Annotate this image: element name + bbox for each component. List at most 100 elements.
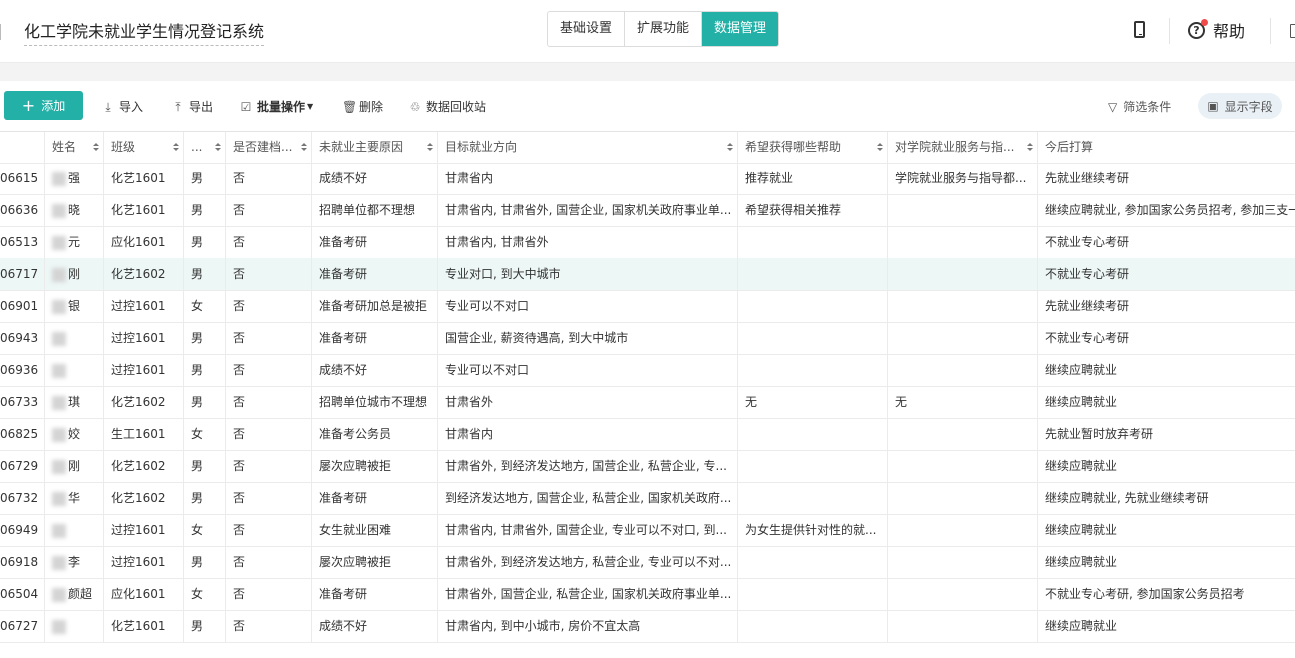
display-fields-button[interactable]: ▣ 显示字段 — [1198, 93, 1282, 119]
delete-button[interactable]: 🗑 删除 — [342, 98, 383, 115]
table-cell[interactable] — [738, 418, 888, 450]
table-cell[interactable]: 否 — [226, 610, 312, 642]
cell-id[interactable]: 06636 — [0, 194, 45, 226]
table-cell[interactable]: 继续应聘就业 — [1038, 514, 1295, 546]
cell-id[interactable]: 06727 — [0, 610, 45, 642]
header-cell[interactable]: 是否建档... — [226, 132, 312, 163]
table-row[interactable]: 06732 华 化艺1602 男 否 准备考研 到经济发达地方, 国营企业, 私营企业, 国… — [0, 482, 1295, 515]
table-cell[interactable]: 不就业专心考研 — [1038, 258, 1295, 290]
table-cell[interactable]: 准备考研 — [312, 226, 438, 258]
table-row[interactable]: 06825 姣 生工1601 女 否 准备考公务员 甘肃省内 先就业暂时放弃考研 — [0, 418, 1295, 451]
table-cell[interactable]: 甘肃省外, 到经济发达地方, 私营企业, 专业可以不对... — [438, 546, 738, 578]
table-cell[interactable]: 学院就业服务与指导都... — [888, 162, 1038, 194]
table-cell[interactable]: 男 — [184, 450, 226, 482]
table-row[interactable]: 06504 颜超 应化1601 女 否 准备考研 甘肃省外, 国营企业, 私营企业, 国家机… — [0, 578, 1295, 611]
sort-icon[interactable] — [93, 143, 99, 152]
table-cell[interactable]: 准备考研 — [312, 578, 438, 610]
table-cell[interactable]: 成绩不好 — [312, 354, 438, 386]
table-cell[interactable]: 男 — [184, 226, 226, 258]
table-cell[interactable] — [738, 610, 888, 642]
table-cell[interactable]: 招聘单位都不理想 — [312, 194, 438, 226]
table-row[interactable]: 06901 银 过控1601 女 否 准备考研加总是被拒 专业可以不对口 先就业继续考研 — [0, 290, 1295, 323]
header-cell[interactable]: 希望获得哪些帮助 — [738, 132, 888, 163]
table-cell[interactable]: 男 — [184, 194, 226, 226]
cell-id[interactable]: 06733 — [0, 386, 45, 418]
help-button[interactable]: ? 帮助 — [1188, 18, 1245, 42]
table-cell[interactable]: 否 — [226, 546, 312, 578]
cell-id[interactable]: 06943 — [0, 322, 45, 354]
cell-id[interactable]: 06825 — [0, 418, 45, 450]
table-cell[interactable]: 甘肃省内, 到中小城市, 房价不宜太高 — [438, 610, 738, 642]
table-cell[interactable]: 否 — [226, 226, 312, 258]
table-cell[interactable]: 否 — [226, 578, 312, 610]
cell-name[interactable]: 银 — [45, 290, 104, 322]
cell-name[interactable]: 刚 — [45, 258, 104, 290]
tab-extensions[interactable]: 扩展功能 — [625, 12, 703, 46]
table-cell[interactable]: 为女生提供针对性的就... — [738, 514, 888, 546]
table-cell[interactable]: 化艺1601 — [104, 162, 184, 194]
table-cell[interactable]: 过控1601 — [104, 514, 184, 546]
table-cell[interactable]: 希望获得相关推荐 — [738, 194, 888, 226]
table-cell[interactable] — [888, 290, 1038, 322]
table-cell[interactable]: 专业对口, 到大中城市 — [438, 258, 738, 290]
table-cell[interactable]: 专业可以不对口 — [438, 354, 738, 386]
table-cell[interactable]: 女 — [184, 578, 226, 610]
table-cell[interactable]: 女 — [184, 418, 226, 450]
table-cell[interactable]: 准备考研加总是被拒 — [312, 290, 438, 322]
table-cell[interactable]: 继续应聘就业 — [1038, 546, 1295, 578]
cell-name[interactable]: 颜超 — [45, 578, 104, 610]
table-cell[interactable] — [888, 610, 1038, 642]
cell-name[interactable]: 李 — [45, 546, 104, 578]
table-cell[interactable] — [738, 354, 888, 386]
table-cell[interactable]: 先就业继续考研 — [1038, 162, 1295, 194]
table-cell[interactable]: 成绩不好 — [312, 610, 438, 642]
table-cell[interactable] — [738, 226, 888, 258]
table-cell[interactable] — [738, 450, 888, 482]
table-cell[interactable] — [888, 322, 1038, 354]
table-cell[interactable]: 无 — [738, 386, 888, 418]
cell-id[interactable]: 06901 — [0, 290, 45, 322]
sort-icon[interactable] — [1027, 143, 1033, 152]
table-cell[interactable]: 男 — [184, 162, 226, 194]
table-cell[interactable]: 继续应聘就业 — [1038, 450, 1295, 482]
table-cell[interactable]: 生工1601 — [104, 418, 184, 450]
header-cell[interactable]: 未就业主要原因 — [312, 132, 438, 163]
table-cell[interactable]: 化艺1602 — [104, 482, 184, 514]
recycle-bin-button[interactable]: ♲ 数据回收站 — [409, 98, 486, 115]
import-button[interactable]: ⤓ 导入 — [102, 98, 143, 115]
table-cell[interactable]: 甘肃省内, 甘肃省外, 国营企业, 专业可以不对口, 到... — [438, 514, 738, 546]
table-cell[interactable]: 屡次应聘被拒 — [312, 450, 438, 482]
cell-name[interactable]: 华 — [45, 482, 104, 514]
table-cell[interactable] — [888, 450, 1038, 482]
table-cell[interactable]: 化艺1601 — [104, 610, 184, 642]
table-cell[interactable]: 继续应聘就业 — [1038, 610, 1295, 642]
table-cell[interactable]: 男 — [184, 354, 226, 386]
table-cell[interactable]: 过控1601 — [104, 290, 184, 322]
table-cell[interactable]: 准备考公务员 — [312, 418, 438, 450]
table-cell[interactable]: 女 — [184, 290, 226, 322]
table-cell[interactable] — [888, 578, 1038, 610]
sort-icon[interactable] — [427, 143, 433, 152]
cell-id[interactable]: 06615 — [0, 162, 45, 194]
table-row[interactable]: 06727 化艺1601 男 否 成绩不好 甘肃省内, 到中小城市, 房价不宜太高 继续应聘… — [0, 610, 1295, 643]
cell-name[interactable] — [45, 322, 104, 354]
table-cell[interactable]: 男 — [184, 546, 226, 578]
table-cell[interactable]: 化艺1601 — [104, 194, 184, 226]
table-cell[interactable]: 男 — [184, 482, 226, 514]
table-cell[interactable]: 继续应聘就业, 参加国家公务员招考, 参加三支一扶 — [1038, 194, 1295, 226]
table-row[interactable]: 06936 过控1601 男 否 成绩不好 专业可以不对口 继续应聘就业 — [0, 354, 1295, 387]
table-cell[interactable] — [888, 546, 1038, 578]
table-cell[interactable]: 甘肃省外, 到经济发达地方, 国营企业, 私营企业, 专... — [438, 450, 738, 482]
table-row[interactable]: 06949 过控1601 女 否 女生就业困难 甘肃省内, 甘肃省外, 国营企业, 专业可… — [0, 514, 1295, 547]
table-cell[interactable]: 专业可以不对口 — [438, 290, 738, 322]
table-cell[interactable]: 化艺1602 — [104, 450, 184, 482]
table-cell[interactable]: 过控1601 — [104, 354, 184, 386]
header-cell[interactable]: ... — [184, 132, 226, 163]
cell-id[interactable]: 06918 — [0, 546, 45, 578]
header-id[interactable] — [0, 132, 45, 163]
table-cell[interactable] — [738, 322, 888, 354]
table-cell[interactable]: 否 — [226, 418, 312, 450]
table-cell[interactable]: 无 — [888, 386, 1038, 418]
table-row[interactable]: 06615 强 化艺1601 男 否 成绩不好 甘肃省内 推荐就业 学院就业服务与指导都... 先… — [0, 162, 1295, 195]
table-cell[interactable]: 过控1601 — [104, 322, 184, 354]
